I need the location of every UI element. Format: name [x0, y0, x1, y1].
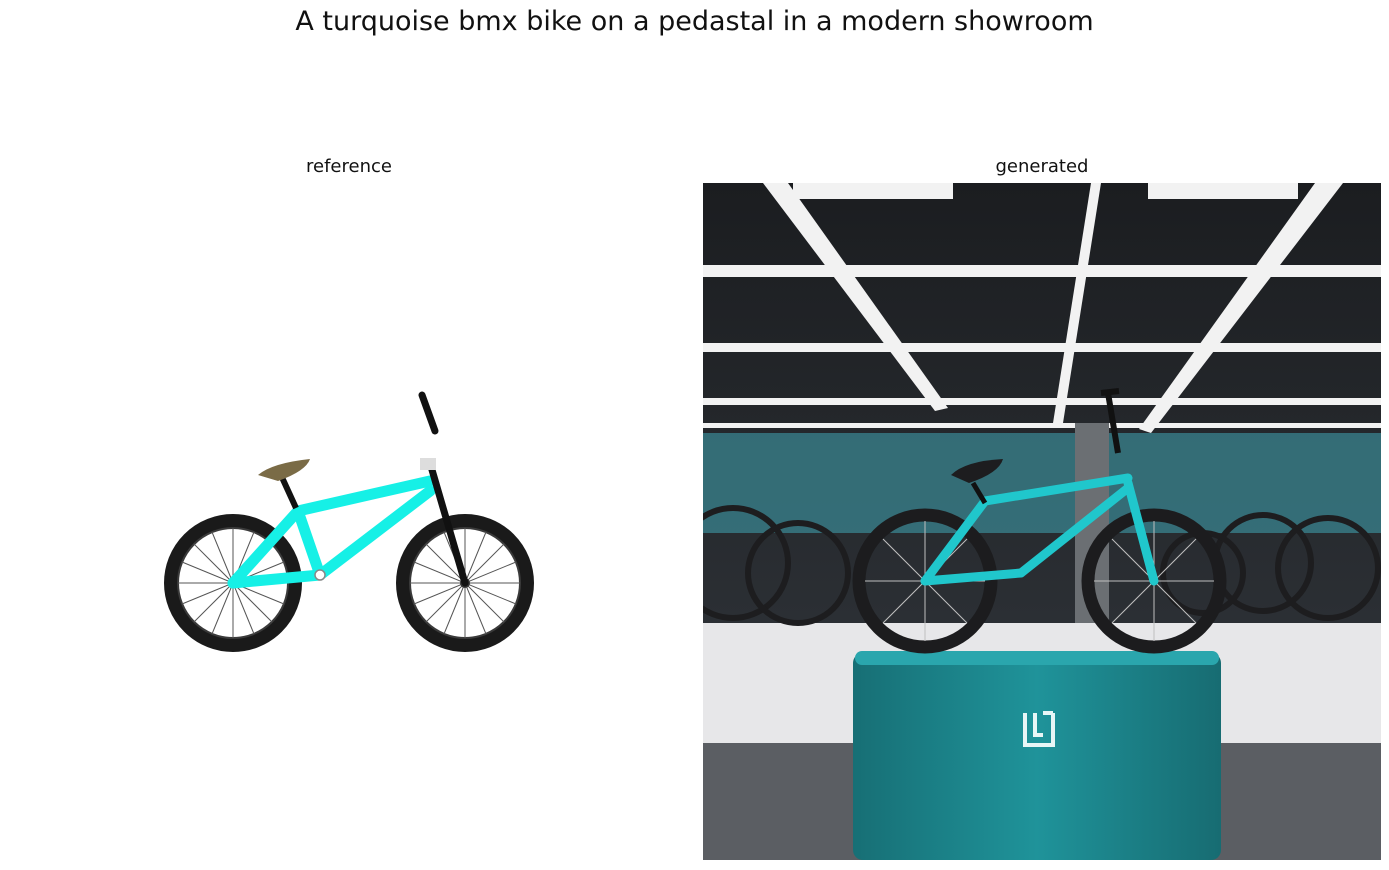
generated-caption: generated — [995, 156, 1089, 177]
seat — [258, 459, 310, 481]
generated-showroom-scene — [703, 183, 1381, 860]
pedestal-top — [855, 651, 1219, 665]
reference-bike-illustration — [164, 391, 534, 652]
generated-image — [703, 183, 1381, 860]
headset — [420, 458, 436, 470]
crank — [314, 569, 326, 581]
pedestal — [853, 653, 1221, 860]
reference-image — [10, 183, 688, 860]
reference-caption: reference — [306, 156, 392, 177]
figure-title: A turquoise bmx bike on a pedastal in a … — [295, 6, 1094, 37]
